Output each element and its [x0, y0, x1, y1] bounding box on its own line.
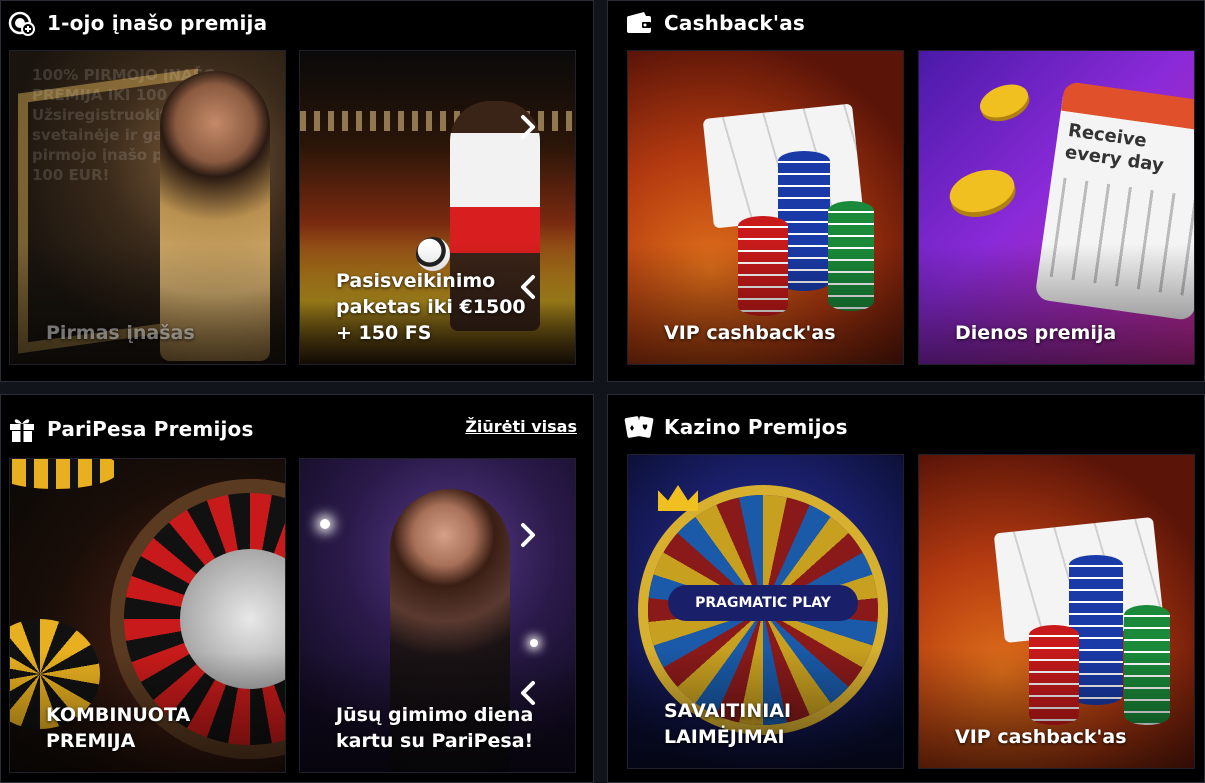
first-deposit-panel: 1-ojo įnašo premija 100% PIRMOJO ĮNAŠO P…	[0, 0, 594, 382]
cashback-panel: Cashback'as VIP cashback'as Receive ever…	[607, 0, 1205, 382]
promo-card-birthday[interactable]: Jūsų gimimo diena kartu su PariPesa!	[299, 458, 576, 773]
card-label: KOMBINUOTA PREMIJA	[46, 704, 191, 752]
card-label: VIP cashback'as	[955, 726, 1127, 748]
coin-deposit-icon	[7, 8, 37, 38]
crown-icon	[658, 485, 698, 511]
carousel-prev-arrow[interactable]	[512, 677, 544, 709]
calendar-text: Receive every day	[1063, 119, 1165, 177]
panel-title: Kazino Premijos	[664, 415, 848, 439]
see-all-link[interactable]: Žiūrėti visas	[465, 417, 577, 436]
cards-icon	[624, 412, 654, 442]
card-label: Dienos premija	[955, 322, 1117, 344]
casino-bonuses-panel: Kazino Premijos PRAGMATIC PLAY SAVAITINI…	[607, 394, 1205, 783]
panel-header: PariPesa Premijos	[7, 413, 254, 445]
pragmatic-play-logo: PRAGMATIC PLAY	[668, 585, 858, 621]
card-label: Jūsų gimimo diena kartu su PariPesa!	[336, 704, 534, 752]
casino-chip-icon	[10, 459, 120, 489]
gold-coin-icon	[975, 78, 1033, 124]
promo-card-first-deposit[interactable]: 100% PIRMOJO ĮNAŠO PREMIJA IKI 100 EUR U…	[9, 50, 286, 365]
panel-title: 1-ojo įnašo premija	[47, 11, 268, 35]
promo-card-welcome-package[interactable]: Pasisveikinimo paketas iki €1500 + 150 F…	[299, 50, 576, 365]
carousel-next-arrow[interactable]	[512, 519, 544, 551]
wallet-icon	[624, 8, 654, 38]
promo-card-daily-bonus[interactable]: Receive every day Dienos premija	[918, 50, 1195, 365]
gift-icon	[7, 414, 37, 444]
panel-header: Kazino Premijos	[624, 411, 848, 443]
carousel-next-arrow[interactable]	[512, 111, 544, 143]
panel-header: Cashback'as	[624, 7, 805, 39]
panel-header: 1-ojo įnašo premija	[7, 7, 267, 39]
panel-title: PariPesa Premijos	[47, 417, 254, 441]
carousel-prev-arrow[interactable]	[512, 271, 544, 303]
promo-card-combo-bonus[interactable]: KOMBINUOTA PREMIJA	[9, 458, 286, 773]
promo-card-weekly-wins[interactable]: PRAGMATIC PLAY SAVAITINIAI LAIMĖJIMAI	[627, 454, 904, 769]
card-label: Pirmas įnašas	[46, 322, 195, 344]
gold-coin-icon	[944, 163, 1020, 219]
panel-title: Cashback'as	[664, 11, 806, 35]
card-label: SAVAITINIAI LAIMĖJIMAI	[664, 700, 792, 748]
paripesa-bonuses-panel: PariPesa Premijos Žiūrėti visas KOMBINUO…	[0, 394, 594, 783]
promo-card-vip-cashback[interactable]: VIP cashback'as	[627, 50, 904, 365]
promo-card-vip-cashback-casino[interactable]: VIP cashback'as	[918, 454, 1195, 769]
card-label: VIP cashback'as	[664, 322, 836, 344]
